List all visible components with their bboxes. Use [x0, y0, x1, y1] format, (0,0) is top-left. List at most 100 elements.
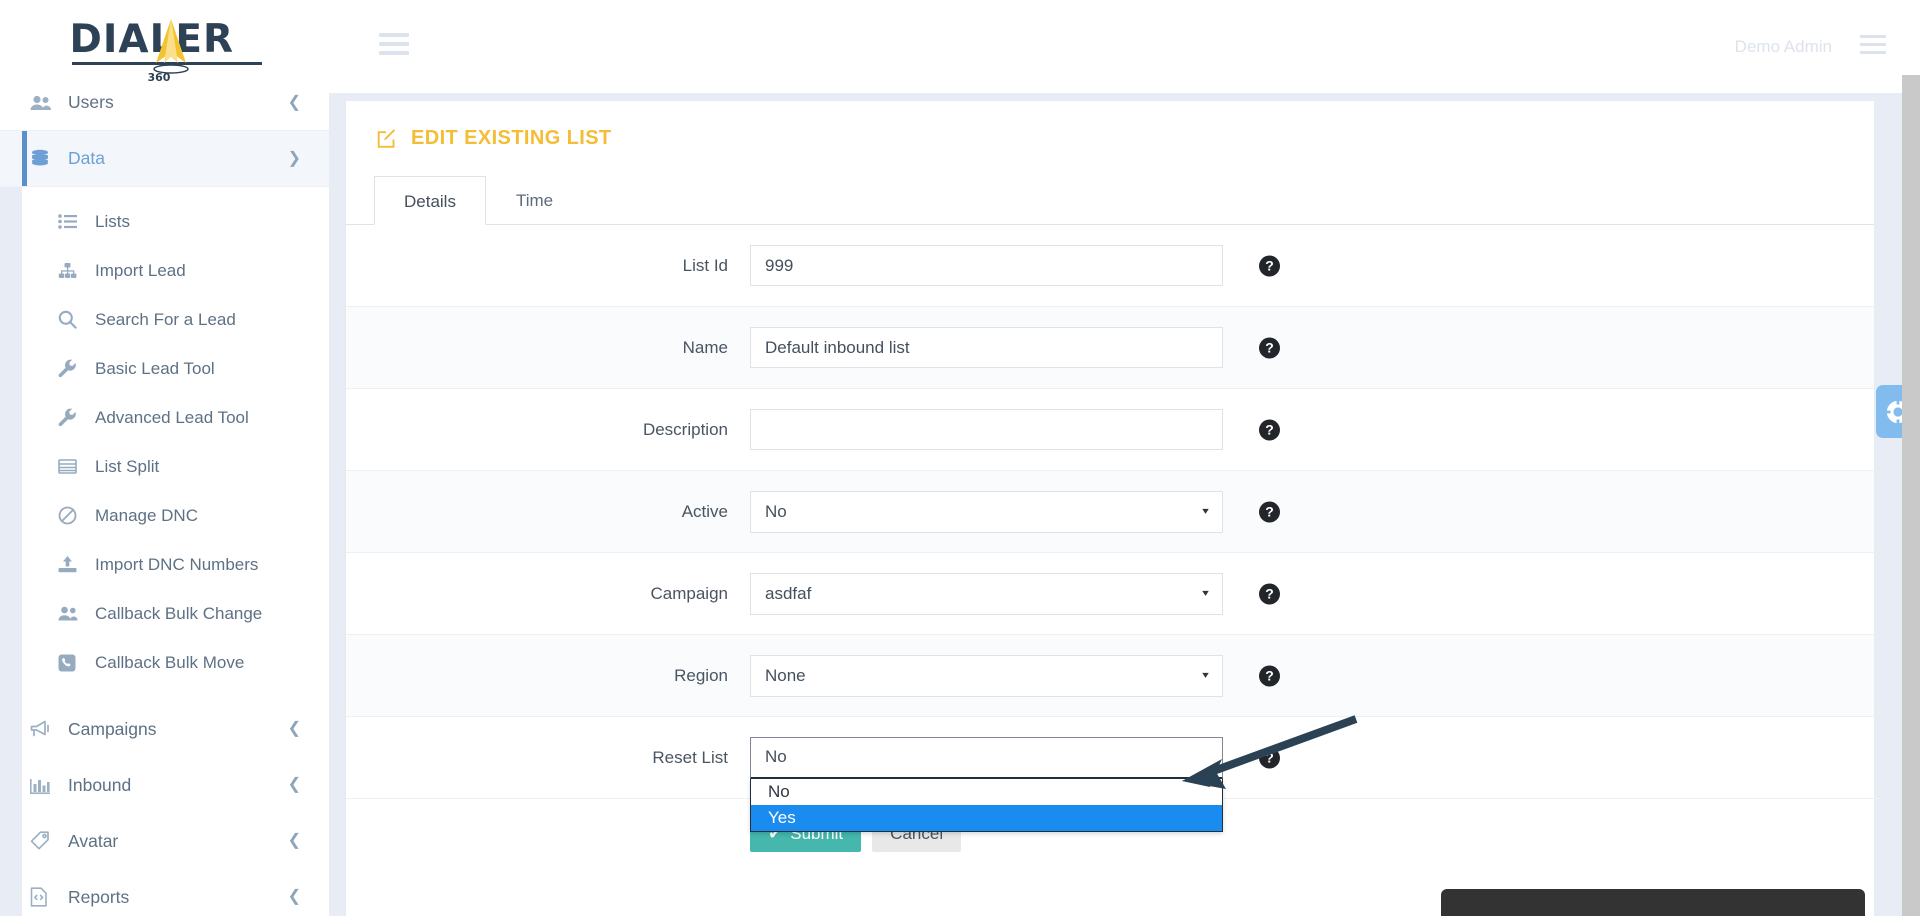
sidebar-item-callback-bulk-change[interactable]: Callback Bulk Change [0, 589, 329, 638]
users-icon [30, 95, 56, 111]
form-row-description: Description ? [346, 389, 1881, 471]
database-icon [30, 149, 56, 169]
reset-list-select[interactable]: No [750, 736, 1223, 779]
field-control: ? [750, 327, 1280, 368]
sidebar-item-import-lead[interactable]: Import Lead [0, 246, 329, 295]
sidebar-sub-label: Advanced Lead Tool [95, 407, 249, 427]
sidebar-sub-label: List Split [95, 456, 160, 476]
chevron-down-icon: ▾ [1202, 506, 1209, 517]
campaign-select[interactable]: asdfaf ▾ [750, 572, 1223, 615]
sidebar-label: Campaigns [68, 718, 157, 739]
page-title: EDIT EXISTING LIST [346, 101, 1881, 176]
field-label: Region [674, 665, 728, 685]
sidebar-item-avatar[interactable]: Avatar ❮ [0, 813, 329, 869]
help-icon[interactable]: ? [1259, 665, 1280, 686]
active-select[interactable]: No ▾ [750, 490, 1223, 533]
help-icon[interactable]: ? [1259, 501, 1280, 522]
bottom-notification-bar[interactable] [1441, 889, 1865, 916]
sitemap-icon [58, 262, 84, 279]
sidebar-item-import-dnc-numbers[interactable]: Import DNC Numbers [0, 540, 329, 589]
field-label: Campaign [650, 583, 729, 603]
top-bar: DIALER 360 Demo Admin [0, 0, 1920, 93]
list-id-input[interactable] [750, 245, 1223, 286]
sidebar-sub-label: Callback Bulk Change [95, 603, 263, 623]
ban-icon [58, 506, 84, 525]
upload-icon [58, 556, 84, 573]
chevron-left-icon: ❮ [287, 832, 301, 849]
sidebar-sub-label: Manage DNC [95, 505, 198, 525]
sidebar-item-advanced-lead-tool[interactable]: Advanced Lead Tool [0, 393, 329, 442]
field-label: List Id [682, 255, 728, 275]
reset-list-select-value: No [765, 747, 787, 766]
help-icon[interactable]: ? [1259, 337, 1280, 358]
app-root: DIALER 360 Demo Admin Users ❮ Data ❯ Lis… [0, 0, 1920, 916]
region-select[interactable]: None ▾ [750, 654, 1223, 697]
form-row-region: Region None ▾ ? [346, 635, 1881, 717]
sidebar-item-callback-bulk-move[interactable]: Callback Bulk Move [0, 638, 329, 687]
page-title-text: EDIT EXISTING LIST [411, 127, 612, 149]
bar-chart-icon [30, 776, 56, 794]
help-icon[interactable]: ? [1259, 583, 1280, 604]
name-input[interactable] [750, 327, 1223, 368]
field-control: No No Yes ? [750, 736, 1280, 832]
field-control: ? [750, 409, 1280, 450]
tab-time[interactable]: Time [486, 175, 583, 224]
field-label: Active [681, 501, 728, 521]
list-icon [58, 214, 84, 229]
sidebar-item-data[interactable]: Data ❯ [0, 131, 329, 187]
field-label: Reset List [652, 747, 728, 767]
help-icon[interactable]: ? [1259, 419, 1280, 440]
page-scrollbar[interactable] [1902, 75, 1920, 916]
sidebar-item-search-for-a-lead[interactable]: Search For a Lead [0, 295, 329, 344]
sidebar-item-campaigns[interactable]: Campaigns ❮ [0, 701, 329, 757]
help-icon[interactable]: ? [1259, 747, 1280, 768]
field-label: Name [682, 337, 728, 357]
tag-icon [30, 831, 56, 851]
hamburger-icon [1860, 34, 1886, 38]
chevron-left-icon: ❮ [287, 888, 301, 905]
sidebar-sub-label: Search For a Lead [95, 309, 236, 329]
region-select-value: None [765, 665, 806, 685]
phone-icon [58, 654, 84, 672]
brand-logo[interactable]: DIALER 360 [0, 0, 329, 93]
field-label: Description [642, 419, 728, 439]
logo-a-mark-icon [152, 18, 189, 74]
sidebar-sub-label: Lists [95, 211, 130, 231]
sidebar-sub-label: Import DNC Numbers [95, 554, 259, 574]
sidebar-item-list-split[interactable]: List Split [0, 442, 329, 491]
chevron-down-icon: ▾ [1202, 588, 1209, 599]
dropdown-option-yes[interactable]: Yes [751, 804, 1222, 831]
bullhorn-icon [30, 720, 56, 738]
edit-list-card: EDIT EXISTING LIST Details Time List Id … [346, 101, 1881, 916]
dropdown-option-no[interactable]: No [751, 779, 1222, 805]
sidebar-label: Inbound [68, 774, 132, 795]
sidebar-label: Reports [68, 886, 130, 907]
sidebar-item-reports[interactable]: Reports ❮ [0, 869, 329, 916]
field-control: None ▾ ? [750, 654, 1280, 697]
sidebar-sub-label: Basic Lead Tool [95, 358, 215, 378]
sidebar-label: Avatar [68, 830, 119, 851]
sidebar-item-manage-dnc[interactable]: Manage DNC [0, 491, 329, 540]
form-details: List Id ? Name ? Description ? [346, 225, 1881, 852]
form-row-reset-list: Reset List No No Yes ? [346, 717, 1881, 832]
chevron-down-icon: ❯ [287, 149, 301, 167]
help-icon[interactable]: ? [1259, 255, 1280, 276]
field-control: ? [750, 245, 1280, 286]
sidebar-label: Users [68, 92, 114, 112]
chevron-left-icon: ❮ [287, 93, 301, 111]
users-icon [58, 606, 84, 621]
tab-details[interactable]: Details [374, 176, 486, 225]
sidebar-item-inbound[interactable]: Inbound ❮ [0, 757, 329, 813]
description-input[interactable] [750, 409, 1223, 450]
tab-bar: Details Time [346, 176, 1881, 225]
sidebar-navigation: Users ❮ Data ❯ Lists Import Lead Search … [0, 75, 329, 916]
sidebar-toggle-button[interactable] [379, 33, 409, 60]
sidebar-submenu-data: Lists Import Lead Search For a Lead Basi… [0, 187, 329, 701]
sidebar-item-basic-lead-tool[interactable]: Basic Lead Tool [0, 344, 329, 393]
user-name-label[interactable]: Demo Admin [1735, 37, 1832, 57]
sidebar-item-lists[interactable]: Lists [0, 197, 329, 246]
field-control: asdfaf ▾ ? [750, 572, 1280, 615]
user-menu-button[interactable] [1860, 34, 1886, 59]
logo-360-text: 360 [147, 70, 171, 84]
table-icon [58, 459, 84, 474]
